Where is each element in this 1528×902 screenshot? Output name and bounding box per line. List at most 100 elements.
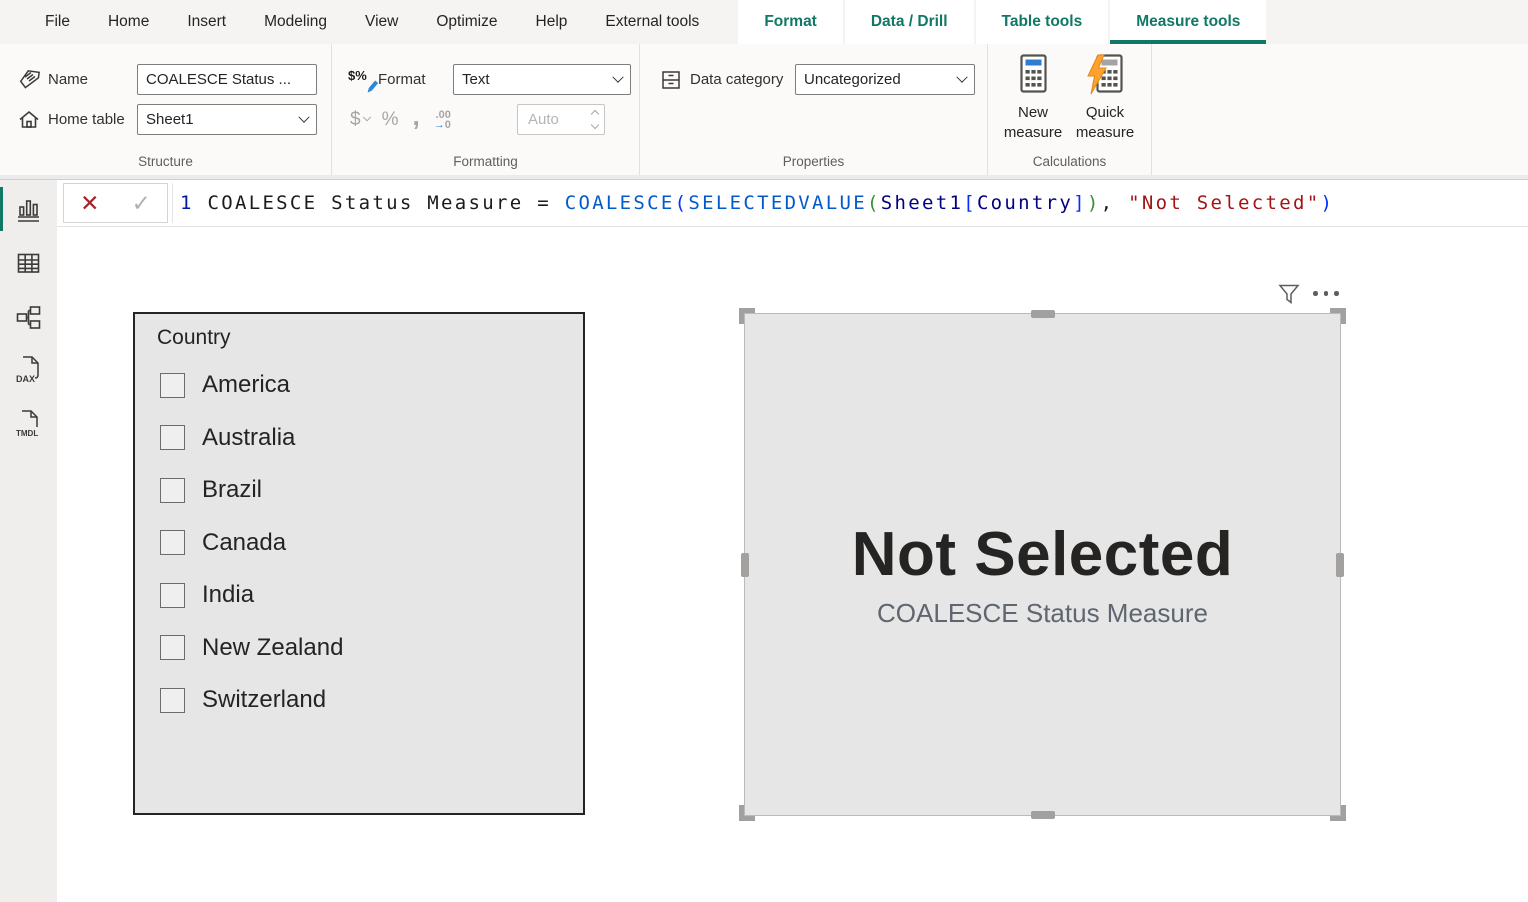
slicer-item-australia[interactable]: Australia [160, 412, 575, 465]
format-select[interactable]: Text [453, 64, 631, 95]
slicer-item-label: Australia [202, 424, 295, 452]
thousands-separator-button[interactable]: , [412, 111, 419, 121]
sidebar-item-table-view[interactable] [0, 236, 57, 290]
dax-formula-editor[interactable]: 1 COALESCE Status Measure = COALESCE(SEL… [172, 183, 1528, 223]
resize-handle-right[interactable] [1336, 553, 1344, 577]
view-sidebar: DAX TMDL [0, 180, 57, 902]
more-options-icon[interactable] [1313, 291, 1339, 296]
group-caption-properties: Properties [640, 154, 987, 169]
checkbox[interactable] [160, 635, 185, 660]
slicer-item-brazil[interactable]: Brazil [160, 464, 575, 517]
menu-item-home[interactable]: Home [89, 0, 168, 44]
tab-table-tools[interactable]: Table tools [976, 0, 1109, 44]
quick-measure-button[interactable]: Quick measure [1070, 54, 1140, 143]
sidebar-item-model-view[interactable] [0, 290, 57, 344]
currency-format-button[interactable]: $ [350, 109, 361, 131]
cancel-formula-icon[interactable]: ✕ [80, 192, 99, 215]
decimal-places-icon[interactable]: .00→0 [434, 110, 451, 130]
decimal-places-input[interactable]: Auto [517, 104, 605, 135]
slicer-item-india[interactable]: India [160, 569, 575, 622]
checkbox[interactable] [160, 530, 185, 555]
tab-format[interactable]: Format [738, 0, 843, 44]
resize-handle-top[interactable] [1031, 310, 1055, 318]
dax-token: COALESCE Status Measure [194, 192, 537, 214]
new-measure-button[interactable]: New measure [998, 54, 1068, 143]
country-slicer[interactable]: Country America Australia BrazilCanada Indi… [133, 312, 585, 815]
tab-measure-tools[interactable]: Measure tools [1110, 0, 1266, 44]
menu-item-modeling[interactable]: Modeling [245, 0, 346, 44]
model-view-icon [15, 304, 42, 331]
dax-token: SELECTEDVALUE [688, 192, 867, 214]
sidebar-item-dax-query-view[interactable]: DAX [0, 344, 57, 398]
dax-token: ( [675, 192, 689, 214]
resize-handle-bottom-left[interactable] [739, 805, 755, 821]
sidebar-item-report-view[interactable] [0, 182, 57, 236]
dax-token: [ [963, 192, 977, 214]
card-visual-selection: Not Selected COALESCE Status Measure [737, 306, 1348, 823]
menu-item-insert[interactable]: Insert [168, 0, 245, 44]
ribbon-group-structure: Name COALESCE Status ... Home table Shee… [0, 44, 332, 175]
checkbox[interactable] [160, 425, 185, 450]
resize-handle-top-left[interactable] [739, 308, 755, 324]
commit-formula-icon[interactable]: ✓ [132, 192, 151, 215]
slicer-item-canada[interactable]: Canada [160, 517, 575, 570]
main-menu: FileHomeInsertModelingViewOptimizeHelpEx… [0, 0, 718, 44]
dax-token: 1 [180, 192, 194, 214]
checkbox[interactable] [160, 373, 185, 398]
menu-item-external-tools[interactable]: External tools [586, 0, 718, 44]
slicer-item-label: Switzerland [202, 686, 326, 714]
report-view-icon [15, 196, 42, 223]
menu-item-optimize[interactable]: Optimize [417, 0, 516, 44]
slicer-item-label: America [202, 371, 290, 399]
stepper-icon[interactable] [592, 111, 598, 128]
resize-handle-bottom-right[interactable] [1330, 805, 1346, 821]
formula-actions: ✕ ✓ [63, 183, 168, 223]
slicer-item-switzerland[interactable]: Switzerland [160, 674, 575, 727]
ribbon-filler [1152, 44, 1528, 175]
card-value: Not Selected [852, 516, 1234, 594]
checkbox[interactable] [160, 583, 185, 608]
measure-name-input[interactable]: COALESCE Status ... [137, 64, 317, 95]
group-caption-structure: Structure [0, 154, 331, 169]
checkbox[interactable] [160, 688, 185, 713]
group-caption-formatting: Formatting [332, 154, 639, 169]
new-measure-icon [1013, 83, 1053, 100]
dax-token: ] [1073, 192, 1087, 214]
menu-item-view[interactable]: View [346, 0, 417, 44]
ribbon-group-formatting: $% Format Text $ % , .00→0 Auto [332, 44, 640, 175]
menu-bar: FileHomeInsertModelingViewOptimizeHelpEx… [0, 0, 1528, 44]
dax-token: Country [977, 192, 1073, 214]
table-view-icon [15, 250, 42, 277]
checkbox[interactable] [160, 478, 185, 503]
menu-item-file[interactable]: File [26, 0, 89, 44]
tab-data-drill[interactable]: Data / Drill [845, 0, 974, 44]
slicer-item-new-zealand[interactable]: New Zealand [160, 622, 575, 675]
dax-token: "Not Selected" [1128, 192, 1320, 214]
slicer-title: Country [157, 326, 231, 350]
resize-handle-top-right[interactable] [1330, 308, 1346, 324]
menu-item-help[interactable]: Help [517, 0, 587, 44]
slicer-item-label: India [202, 581, 254, 609]
formula-bar: ✕ ✓ 1 COALESCE Status Measure = COALESCE… [57, 180, 1528, 227]
data-category-select[interactable]: Uncategorized [795, 64, 975, 95]
format-dollar-percent-pen-icon: $% [348, 67, 378, 93]
home-table-select[interactable]: Sheet1 [137, 104, 317, 135]
home-table-label: Home table [48, 111, 125, 128]
filter-icon[interactable] [1278, 283, 1300, 305]
ribbon-group-calculations: New measure Quick measure [988, 44, 1152, 175]
name-label: Name [48, 71, 88, 88]
report-canvas[interactable]: Country America Australia BrazilCanada Indi… [57, 227, 1528, 902]
slicer-item-label: New Zealand [202, 634, 343, 662]
resize-handle-bottom[interactable] [1031, 811, 1055, 819]
dax-token: ) [1320, 192, 1334, 214]
data-category-label: Data category [690, 71, 783, 88]
slicer-item-america[interactable]: America [160, 359, 575, 412]
percent-format-button[interactable]: % [382, 109, 399, 131]
sidebar-item-tmdl-view[interactable]: TMDL [0, 398, 57, 452]
resize-handle-left[interactable] [741, 553, 749, 577]
tag-icon [16, 68, 42, 92]
chevron-down-icon [612, 71, 623, 82]
data-category-value: Uncategorized [804, 71, 901, 88]
coalesce-status-card[interactable]: Not Selected COALESCE Status Measure [745, 314, 1340, 815]
dax-query-view-icon: DAX [14, 355, 44, 387]
